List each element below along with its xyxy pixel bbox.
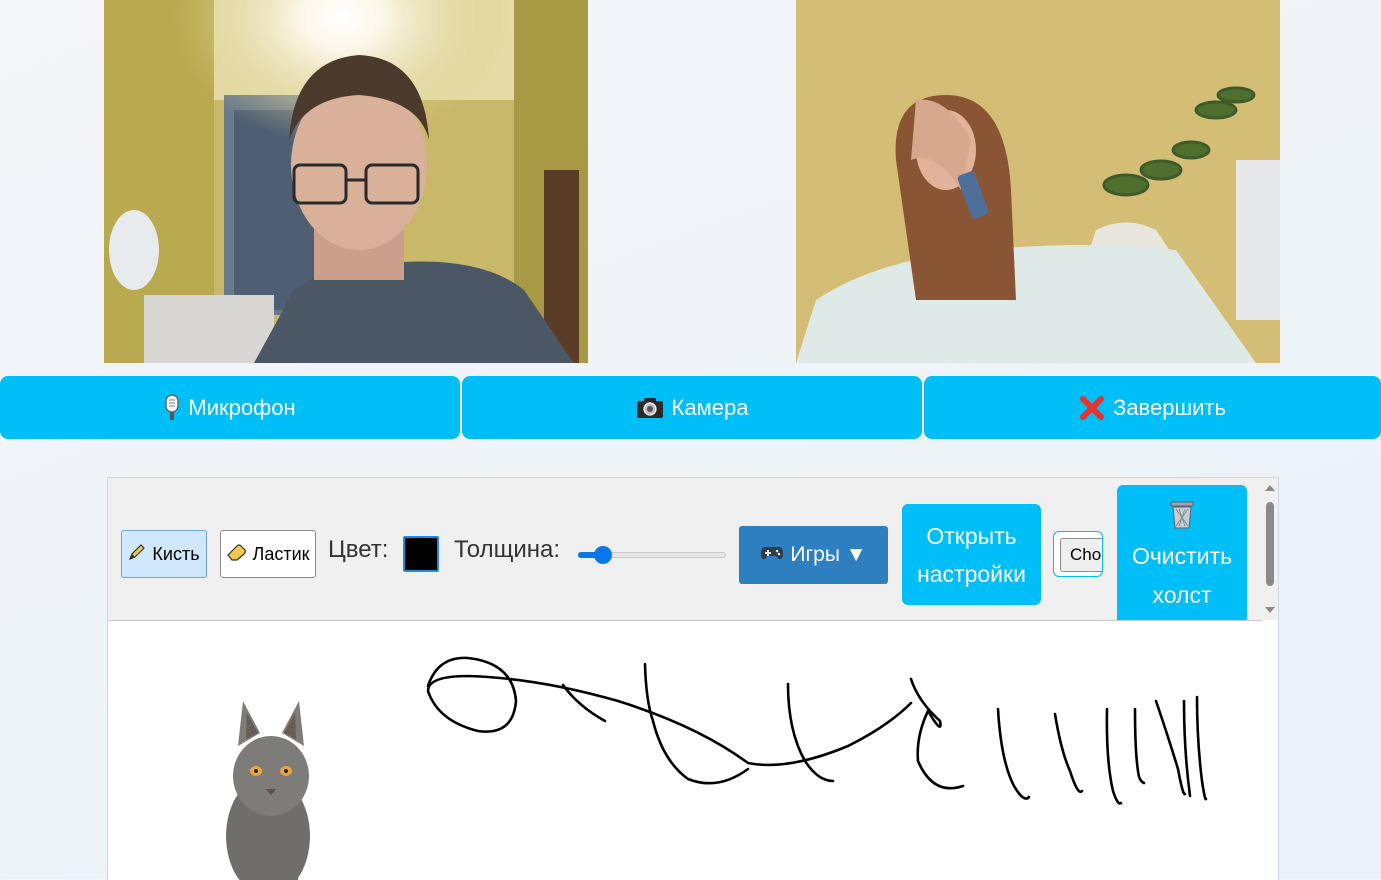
thickness-slider[interactable]: [578, 546, 726, 564]
clear-canvas-label: Очистить холст: [1131, 543, 1233, 608]
end-call-label: Завершить: [1113, 394, 1226, 420]
remote-video-frame: [796, 0, 1280, 363]
microphone-button[interactable]: Микрофон: [0, 376, 460, 439]
file-input-wrapper: Choose File: [1053, 531, 1103, 577]
slider-thumb[interactable]: [594, 546, 612, 564]
color-picker[interactable]: [403, 536, 439, 572]
close-icon: [1079, 395, 1105, 421]
camera-icon: [636, 397, 664, 419]
eraser-icon: [226, 543, 247, 566]
gamepad-icon: [760, 543, 784, 567]
freehand-strokes: [426, 656, 1208, 805]
settings-label: Открыть настройки: [917, 522, 1026, 587]
drawing-canvas[interactable]: [108, 621, 1278, 880]
drawing-toolbar: Кисть Ластик Цвет: Толщина: Игры ▼ Откры…: [108, 478, 1262, 621]
clear-canvas-button[interactable]: Очистить холст: [1117, 485, 1247, 620]
choose-file-button[interactable]: Choose File: [1060, 538, 1102, 572]
local-video: [104, 0, 588, 363]
scroll-thumb[interactable]: [1266, 502, 1274, 586]
local-video-frame: [104, 0, 588, 363]
open-settings-button[interactable]: Открыть настройки: [902, 504, 1041, 605]
whiteboard: Кисть Ластик Цвет: Толщина: Игры ▼ Откры…: [107, 477, 1279, 880]
thickness-label: Толщина:: [454, 536, 561, 563]
scroll-down-arrow-icon[interactable]: [1265, 607, 1275, 613]
cat-photo: [171, 684, 421, 880]
microphone-label: Микрофон: [188, 394, 296, 420]
toolbar-scrollbar[interactable]: [1262, 478, 1278, 620]
eraser-tool-button[interactable]: Ластик: [220, 530, 316, 578]
end-call-button[interactable]: Завершить: [924, 376, 1381, 439]
remote-video: [796, 0, 1280, 363]
camera-button[interactable]: Камера: [462, 376, 922, 439]
color-label: Цвет:: [328, 536, 389, 563]
call-controls: Микрофон Камера Завершить: [0, 376, 1381, 439]
trash-icon: [1168, 499, 1196, 541]
pencil-icon: [128, 543, 146, 566]
scroll-up-arrow-icon[interactable]: [1265, 485, 1275, 491]
canvas-drawing: [171, 656, 1208, 880]
games-dropdown-button[interactable]: Игры ▼: [739, 526, 888, 584]
camera-label: Камера: [671, 394, 749, 420]
brush-tool-button[interactable]: Кисть: [121, 530, 207, 578]
microphone-icon: [164, 393, 180, 422]
brush-tool-label: Кисть: [152, 543, 200, 564]
games-label: Игры ▼: [790, 543, 867, 566]
eraser-tool-label: Ластик: [252, 543, 310, 564]
